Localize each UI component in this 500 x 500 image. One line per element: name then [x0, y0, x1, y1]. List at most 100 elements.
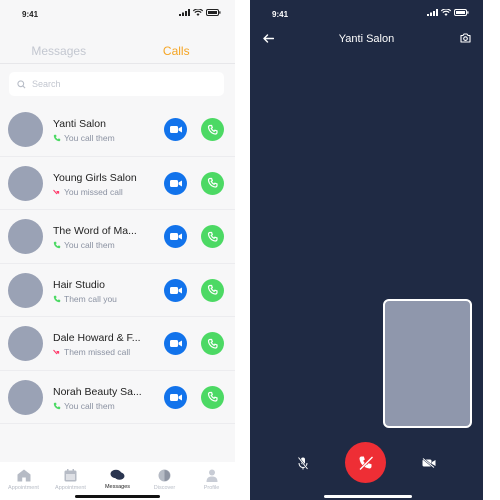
video-call-button[interactable]: [164, 225, 187, 248]
voice-call-button[interactable]: [201, 385, 224, 409]
nav-label: Messages: [104, 484, 131, 490]
video-call-screen: 9:41 Yanti Salon: [250, 0, 483, 500]
outgoing-call-icon: [53, 402, 61, 409]
camera-icon: [459, 33, 471, 43]
calls-screen: 9:41 Messages Calls Yanti Salon Yo: [0, 0, 235, 500]
phone-icon: [207, 284, 218, 295]
status-icons: [179, 9, 221, 16]
home-icon: [17, 469, 30, 482]
compass-icon: [158, 469, 171, 482]
voice-call-button[interactable]: [201, 278, 224, 302]
signal-icon: [179, 9, 190, 16]
battery-icon: [206, 9, 221, 16]
call-status: You call them: [53, 401, 115, 411]
mute-button[interactable]: [296, 456, 310, 470]
video-camera-icon: [169, 393, 182, 401]
missed-call-icon: [53, 189, 60, 194]
avatar: [8, 219, 43, 254]
avatar: [8, 379, 43, 415]
phone-icon: [207, 177, 218, 188]
search-icon: [17, 79, 26, 88]
wifi-icon: [193, 9, 203, 16]
call-status: Them call you: [53, 294, 117, 304]
tab-divider: [0, 63, 235, 64]
mic-off-icon: [298, 456, 308, 470]
voice-call-button[interactable]: [201, 171, 224, 195]
call-status: Them missed call: [53, 347, 130, 357]
call-status: You missed call: [53, 187, 123, 197]
contact-name: Hair Studio: [53, 278, 105, 291]
video-camera-icon: [169, 179, 182, 187]
nav-item-home[interactable]: Appointment: [0, 462, 47, 500]
home-indicator: [75, 495, 160, 498]
phone-hangup-icon: [358, 455, 373, 470]
call-status: You call them: [53, 240, 115, 250]
call-status-text: You call them: [64, 400, 115, 411]
self-video-preview[interactable]: [383, 299, 472, 428]
nav-label: Profile: [203, 485, 220, 491]
contact-name: Norah Beauty Sa...: [53, 385, 142, 398]
phone-icon: [207, 124, 218, 135]
chat-icon: [110, 469, 125, 480]
status-time: 9:41: [22, 10, 39, 19]
phone-icon: [207, 231, 218, 242]
contact-name: Yanti Salon: [53, 118, 106, 130]
video-call-button[interactable]: [164, 278, 187, 302]
battery-icon: [454, 9, 469, 16]
call-status-text: You missed call: [64, 186, 123, 197]
missed-call-icon: [53, 349, 60, 355]
call-row[interactable]: The Word of Ma... You call them: [0, 210, 235, 264]
video-call-button[interactable]: [164, 171, 187, 195]
nav-label: Appointment: [8, 485, 39, 491]
video-call-button[interactable]: [164, 332, 187, 355]
search-input[interactable]: [32, 79, 212, 89]
calendar-icon: [64, 469, 77, 482]
video-call-button[interactable]: [164, 385, 187, 409]
wifi-icon: [441, 9, 451, 16]
phone-icon: [207, 338, 218, 349]
call-status-text: Them missed call: [64, 347, 131, 357]
phone-icon: [207, 391, 218, 402]
avatar: [8, 165, 43, 201]
nav-label: Appointment: [55, 485, 86, 491]
voice-call-button[interactable]: [201, 118, 224, 141]
home-indicator: [324, 495, 412, 498]
status-icons: [427, 9, 469, 16]
avatar: [8, 326, 43, 361]
contact-name: The Word of Ma...: [53, 225, 137, 237]
signal-icon: [427, 9, 438, 16]
outgoing-call-icon: [53, 134, 61, 142]
call-row[interactable]: Young Girls Salon You missed call: [0, 157, 235, 210]
call-row[interactable]: Norah Beauty Sa... You call them: [0, 371, 235, 424]
nav-label: Discover: [153, 485, 176, 491]
video-call-button[interactable]: [164, 118, 187, 141]
call-row[interactable]: Hair Studio Them call you: [0, 264, 235, 317]
status-time: 9:41: [272, 10, 289, 19]
avatar: [8, 112, 43, 147]
call-row[interactable]: Yanti Salon You call them: [0, 103, 235, 157]
camera-off-button[interactable]: [421, 456, 437, 470]
call-title: Yanti Salon: [338, 33, 395, 45]
video-camera-icon: [169, 340, 182, 347]
status-bar: 9:41: [0, 0, 235, 28]
tab-bar: Messages Calls: [0, 44, 235, 64]
search-bar[interactable]: [9, 72, 224, 96]
outgoing-call-icon: [53, 241, 61, 249]
call-list: Yanti Salon You call them Young Girls Sa…: [0, 103, 235, 424]
end-call-button[interactable]: [345, 442, 386, 483]
voice-call-button[interactable]: [201, 225, 224, 248]
call-status-text: Them call you: [64, 293, 117, 304]
incoming-call-icon: [53, 295, 61, 302]
call-row[interactable]: Dale Howard & F... Them missed call: [0, 317, 235, 371]
tab-messages[interactable]: Messages: [0, 44, 118, 64]
contact-name: Young Girls Salon: [53, 171, 137, 184]
tab-calls[interactable]: Calls: [117, 44, 235, 64]
nav-item-profile[interactable]: Profile: [188, 462, 235, 500]
switch-camera-button[interactable]: [459, 32, 471, 44]
video-camera-icon: [169, 233, 182, 240]
call-status: You call them: [53, 133, 115, 143]
contact-name: Dale Howard & F...: [53, 332, 141, 344]
avatar: [8, 272, 43, 308]
voice-call-button[interactable]: [201, 332, 224, 355]
app-stage: 9:41 Messages Calls Yanti Salon Yo: [0, 0, 500, 500]
